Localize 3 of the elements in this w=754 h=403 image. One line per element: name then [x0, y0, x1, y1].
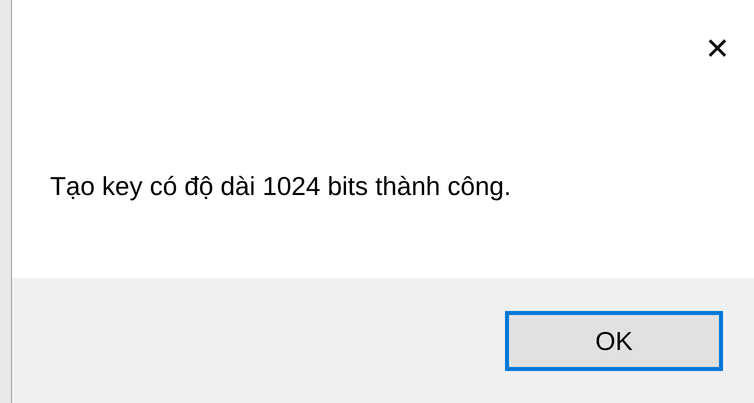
ok-button[interactable]: OK [505, 311, 723, 371]
close-button[interactable]: ✕ [700, 32, 734, 68]
message-text: Tạo key có độ dài 1024 bits thành công. [50, 171, 512, 202]
